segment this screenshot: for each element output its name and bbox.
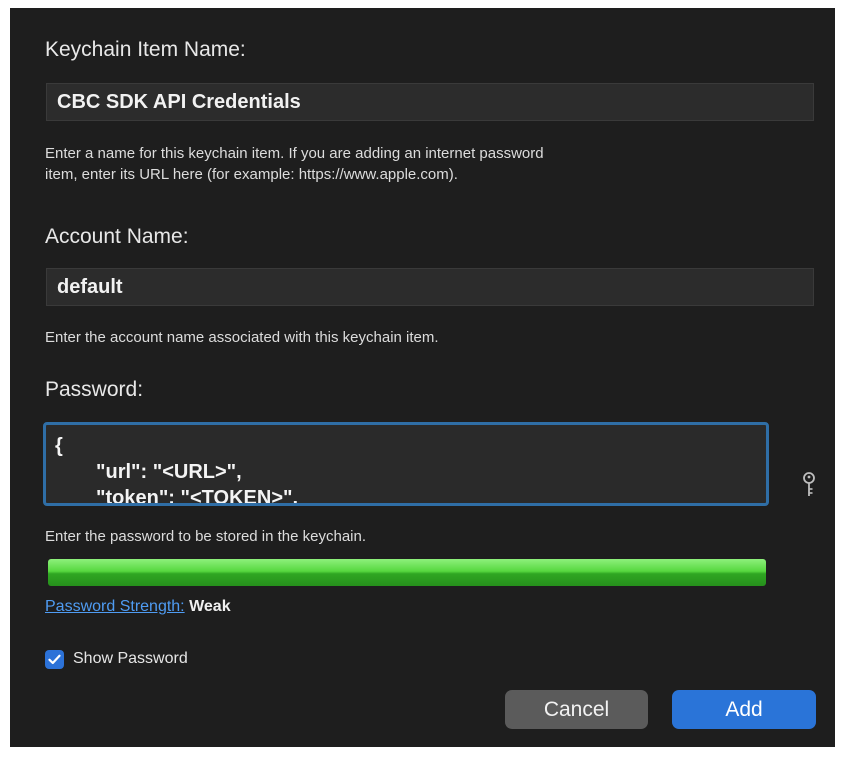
show-password-row: Show Password bbox=[45, 648, 188, 670]
account-name-field[interactable]: default bbox=[46, 268, 814, 306]
new-password-item-dialog: Keychain Item Name: CBC SDK API Credenti… bbox=[10, 8, 835, 747]
cancel-button[interactable]: Cancel bbox=[505, 690, 648, 729]
show-password-checkbox[interactable] bbox=[45, 649, 64, 669]
password-strength-meter bbox=[48, 559, 766, 586]
password-strength-fill bbox=[48, 559, 766, 586]
password-line: "url": "<URL>", bbox=[96, 461, 242, 483]
password-help: Enter the password to be stored in the k… bbox=[45, 528, 367, 545]
add-button[interactable]: Add bbox=[672, 690, 816, 729]
password-strength-link[interactable]: Password Strength: bbox=[45, 598, 185, 615]
account-name-help: Enter the account name associated with t… bbox=[45, 329, 439, 346]
password-line: { bbox=[55, 435, 63, 457]
key-icon[interactable] bbox=[802, 472, 816, 498]
item-name-field[interactable]: CBC SDK API Credentials bbox=[46, 83, 814, 121]
password-strength-value: Weak bbox=[189, 598, 231, 615]
password-field[interactable]: { "url": "<URL>", "token": "<TOKEN>", bbox=[43, 422, 769, 506]
item-name-help: Enter a name for this keychain item. If … bbox=[45, 143, 544, 185]
item-name-help-line2: item, enter its URL here (for example: h… bbox=[45, 166, 458, 183]
item-name-help-line1: Enter a name for this keychain item. If … bbox=[45, 145, 544, 162]
show-password-label[interactable]: Show Password bbox=[73, 650, 188, 668]
password-label: Password: bbox=[45, 378, 144, 401]
item-name-label: Keychain Item Name: bbox=[45, 38, 246, 61]
account-name-label: Account Name: bbox=[45, 225, 189, 248]
checkmark-icon bbox=[48, 654, 61, 664]
password-line: "token": "<TOKEN>", bbox=[96, 487, 299, 506]
password-strength-row: Password Strength: Weak bbox=[45, 598, 231, 616]
